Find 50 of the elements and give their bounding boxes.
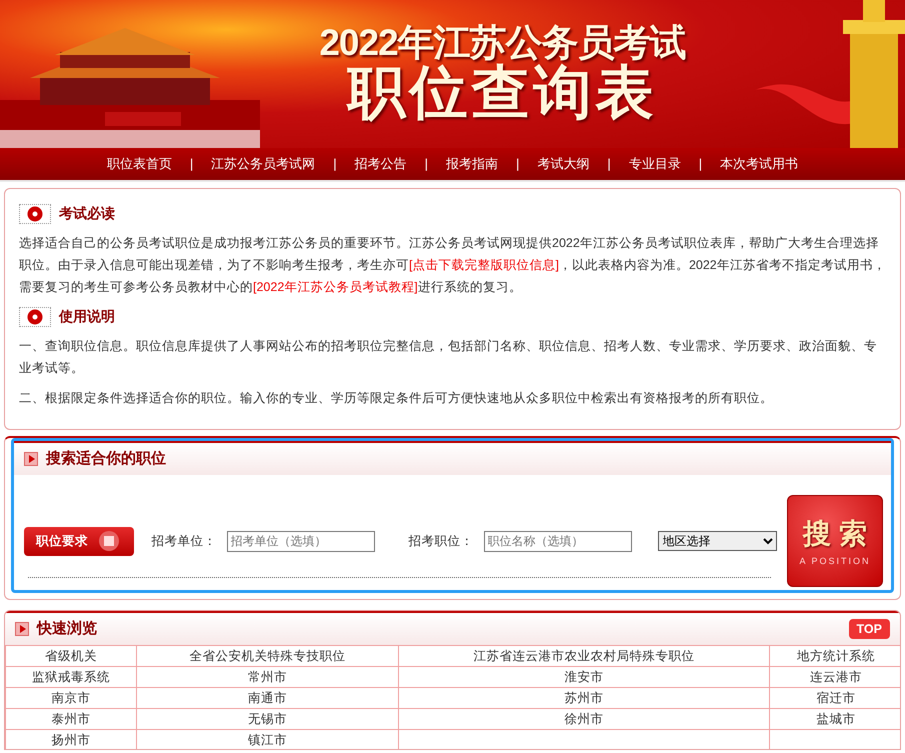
panel-title: 搜索适合你的职位 — [46, 448, 166, 469]
table-cell[interactable]: 淮安市 — [398, 666, 770, 688]
input-field[interactable]: 招考单位（选填） — [226, 530, 375, 552]
nav-separator: | — [333, 155, 337, 174]
nav-separator: | — [516, 155, 520, 174]
nav-link[interactable]: 考试大纲 — [537, 154, 590, 174]
download-link[interactable]: [点击下载完整版职位信息] — [409, 258, 559, 272]
table-cell[interactable]: 南京市 — [6, 688, 136, 708]
field-label: 招考职位： — [408, 532, 474, 550]
nav-link[interactable]: 本次考试用书 — [720, 154, 798, 174]
nav-link[interactable]: 招考公告 — [354, 154, 407, 174]
table-cell[interactable]: 全省公安机关特殊专技职位 — [136, 646, 398, 666]
nav-link[interactable]: 职位表首页 — [106, 154, 172, 174]
table-cell[interactable]: 江苏省连云港市农业农村局特殊专职位 — [398, 646, 770, 666]
nav-separator: | — [424, 155, 428, 174]
download-link[interactable]: [2022年江苏公务员考试教程] — [253, 280, 418, 294]
table-cell[interactable]: 监狱戒毒系统 — [6, 666, 136, 688]
field-label: 招考单位： — [152, 532, 217, 550]
paragraph: 选择适合自己的公务员考试职位是成功报考江苏公务员的重要环节。江苏公务员考试网现提供2022年江苏公务员考试职位表库，帮助广大考生合理选择职位。由于录入信息可能出现差错，为了不影响考生报考，考生亦可[点击下载完整版职位信息]，以此表格内容为准。2022年江苏省考不指定考试用书，需要复习的考生可参考公务员教材中心的[2022年江苏公务员考试教程]进行系统的复习。 — [19, 235, 886, 296]
section-heading: 考试必读 — [59, 204, 115, 223]
banner-title: 2022年江苏公务员考试 — [319, 24, 686, 63]
search-button[interactable]: 搜 索 A POSITION — [787, 495, 883, 587]
nav-separator: | — [607, 155, 611, 174]
nav-link[interactable]: 专业目录 — [628, 154, 681, 174]
bullet-icon — [27, 206, 43, 222]
requirement-tag: 职位要求 — [24, 526, 134, 556]
input-field[interactable]: 职位名称（选填） — [484, 530, 632, 552]
nav-link[interactable]: 报考指南 — [446, 154, 498, 174]
banner-subtitle: 职位查询表 — [348, 62, 658, 124]
table-cell[interactable]: 常州市 — [136, 666, 398, 688]
nav-separator: | — [190, 155, 194, 174]
paragraph: 一、查询职位信息。职位信息库提供了人事网站公布的招考职位完整信息，包括部门名称、职位信息、招考人数、专业需求、学历要求、政治面貌、专业考试等。 — [19, 338, 878, 377]
section-heading: 使用说明 — [59, 307, 115, 326]
play-icon — [15, 622, 29, 636]
bullet-icon — [27, 308, 43, 324]
table-cell[interactable]: 南通市 — [136, 688, 398, 708]
table-cell[interactable]: 苏州市 — [398, 688, 770, 708]
nav-link[interactable]: 江苏公务员考试网 — [211, 154, 316, 174]
table-cell[interactable]: 省级机关 — [6, 646, 136, 666]
table-cell[interactable]: 泰州市 — [6, 708, 136, 730]
play-icon — [24, 452, 38, 466]
top-button[interactable]: TOP — [848, 618, 890, 640]
region-select[interactable]: 地区选择 — [658, 531, 778, 551]
panel-title: 快速浏览 — [37, 618, 97, 639]
nav-separator: | — [698, 155, 702, 174]
table-cell[interactable]: 徐州市 — [398, 708, 770, 730]
paragraph: 二、根据限定条件选择适合你的职位。输入你的专业、学历等限定条件后可方便快速地从众多职位中检索出有资格报考的所有职位。 — [19, 390, 774, 407]
table-cell[interactable]: 扬州市 — [6, 730, 136, 749]
table-cell[interactable]: 地方统计系统 — [770, 646, 900, 666]
table-cell[interactable]: 无锡市 — [136, 708, 398, 730]
